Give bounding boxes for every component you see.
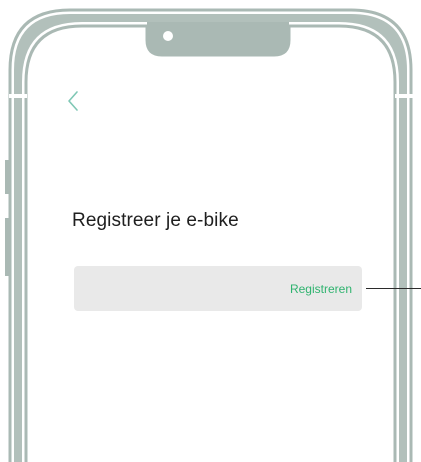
phone-frame-band	[14, 14, 407, 462]
back-button[interactable]	[66, 86, 96, 116]
callout-line	[366, 288, 421, 289]
camera-dot	[163, 31, 173, 41]
register-button[interactable]: Registreren	[74, 266, 362, 311]
screen: Registreer je e-bike Registreren	[0, 0, 421, 462]
chevron-left-icon	[68, 91, 78, 111]
antenna-break-left	[9, 94, 27, 98]
side-button-volume	[5, 218, 9, 276]
page-title: Registreer je e-bike	[72, 210, 239, 231]
register-label: Registreren	[289, 281, 352, 296]
phone-outer-shell	[8, 8, 413, 462]
side-button-mute	[5, 160, 9, 194]
antenna-break-right	[395, 94, 413, 98]
